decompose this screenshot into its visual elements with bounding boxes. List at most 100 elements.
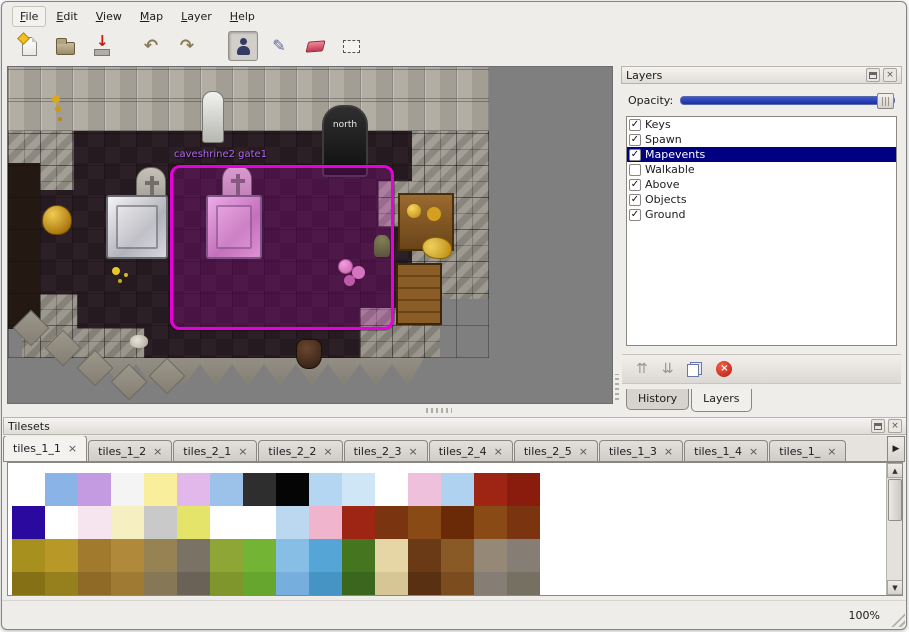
scroll-down-button[interactable]: ▼ [887, 580, 903, 595]
tileset-tab-tiles_2_1[interactable]: tiles_2_1× [173, 440, 257, 461]
palette-tile[interactable] [144, 572, 177, 596]
palette-tile[interactable] [276, 572, 309, 596]
palette-tile[interactable] [408, 506, 441, 539]
tileset-tab-tiles_2_4[interactable]: tiles_2_4× [429, 440, 513, 461]
map-selection-rect[interactable] [170, 165, 394, 330]
palette-tile[interactable] [309, 473, 342, 506]
palette-tile[interactable] [342, 572, 375, 596]
eraser-tool-button[interactable] [300, 31, 330, 61]
palette-tile[interactable] [210, 506, 243, 539]
palette-tile[interactable] [78, 506, 111, 539]
palette-tile[interactable] [45, 506, 78, 539]
tab-scroll-right-button[interactable]: ▶ [887, 436, 905, 462]
palette-tile[interactable] [441, 506, 474, 539]
menu-view[interactable]: View [88, 6, 130, 27]
scrollbar-thumb[interactable] [888, 479, 902, 521]
palette-tile[interactable] [507, 572, 540, 596]
palette-tile[interactable] [111, 473, 144, 506]
layer-row-ground[interactable]: ✓Ground [627, 207, 896, 222]
tab-close-icon[interactable]: × [827, 446, 836, 457]
layer-visibility-checkbox[interactable]: ✓ [629, 119, 641, 131]
palette-tile[interactable] [243, 473, 276, 506]
tileset-tab-tiles_2_3[interactable]: tiles_2_3× [344, 440, 428, 461]
palette-tile[interactable] [441, 572, 474, 596]
palette-tile[interactable] [144, 506, 177, 539]
save-button[interactable]: ↓ [86, 31, 116, 61]
palette-tile[interactable] [474, 506, 507, 539]
undo-button[interactable]: ↶ [136, 31, 166, 61]
palette-tile[interactable] [210, 473, 243, 506]
palette-tile[interactable] [474, 572, 507, 596]
scroll-up-button[interactable]: ▲ [887, 463, 903, 478]
palette-tile[interactable] [507, 539, 540, 572]
palette-tile[interactable] [342, 473, 375, 506]
palette-tile[interactable] [78, 473, 111, 506]
open-button[interactable] [50, 31, 80, 61]
layer-row-spawn[interactable]: ✓Spawn [627, 132, 896, 147]
opacity-slider[interactable] [680, 96, 895, 105]
palette-tile[interactable] [441, 473, 474, 506]
close-button[interactable]: × [883, 68, 897, 82]
palette-tile[interactable] [276, 473, 309, 506]
tileset-tab-tiles_1_2[interactable]: tiles_1_2× [88, 440, 172, 461]
draw-tool-button[interactable]: ✎ [264, 31, 294, 61]
menu-layer[interactable]: Layer [173, 6, 220, 27]
map-canvas[interactable]: north caveshrine2 gate1 [7, 66, 613, 404]
palette-tile[interactable] [78, 572, 111, 596]
palette-tile[interactable] [342, 539, 375, 572]
layer-visibility-checkbox[interactable]: ✓ [629, 179, 641, 191]
delete-layer-button[interactable]: × [716, 361, 732, 377]
tileset-scrollbar[interactable]: ▲ ▼ [886, 463, 902, 595]
move-layer-up-button[interactable]: ⇈ [636, 362, 648, 376]
tab-history[interactable]: History [626, 389, 689, 410]
palette-tile[interactable] [177, 506, 210, 539]
palette-tile[interactable] [45, 473, 78, 506]
float-button[interactable] [866, 68, 880, 82]
palette-tile[interactable] [12, 473, 45, 506]
palette-tile[interactable] [12, 572, 45, 596]
duplicate-layer-button[interactable] [687, 362, 702, 377]
mapevent-tool-button[interactable] [228, 31, 258, 61]
layer-row-walkable[interactable]: Walkable [627, 162, 896, 177]
palette-tile[interactable] [144, 473, 177, 506]
tab-layers[interactable]: Layers [691, 389, 751, 412]
tab-close-icon[interactable]: × [323, 446, 332, 457]
layer-visibility-checkbox[interactable]: ✓ [629, 209, 641, 221]
layer-visibility-checkbox[interactable]: ✓ [629, 194, 641, 206]
palette-tile[interactable] [177, 572, 210, 596]
palette-tile[interactable] [507, 506, 540, 539]
tileset-tab-tiles_2_2[interactable]: tiles_2_2× [258, 440, 342, 461]
palette-tile[interactable] [144, 539, 177, 572]
palette-tile[interactable] [210, 539, 243, 572]
palette-tile[interactable] [408, 473, 441, 506]
palette-tile[interactable] [243, 572, 276, 596]
vertical-splitter[interactable] [613, 66, 621, 404]
palette-tile[interactable] [243, 539, 276, 572]
palette-tile[interactable] [78, 539, 111, 572]
palette-tile[interactable] [111, 506, 144, 539]
menu-map[interactable]: Map [132, 6, 171, 27]
palette-tile[interactable] [12, 539, 45, 572]
palette-tile[interactable] [507, 473, 540, 506]
palette-tile[interactable] [309, 539, 342, 572]
palette-tile[interactable] [12, 506, 45, 539]
close-button[interactable]: × [888, 419, 902, 433]
layer-row-mapevents[interactable]: ✓Mapevents [627, 147, 896, 162]
select-tool-button[interactable] [336, 31, 366, 61]
tab-close-icon[interactable]: × [153, 446, 162, 457]
palette-tile[interactable] [276, 506, 309, 539]
tab-close-icon[interactable]: × [408, 446, 417, 457]
tab-close-icon[interactable]: × [68, 443, 77, 454]
layer-row-above[interactable]: ✓Above [627, 177, 896, 192]
layer-visibility-checkbox[interactable]: ✓ [629, 149, 641, 161]
palette-tile[interactable] [474, 473, 507, 506]
palette-tile[interactable] [276, 539, 309, 572]
tileset-tab-tiles_1_4[interactable]: tiles_1_4× [684, 440, 768, 461]
palette-tile[interactable] [111, 539, 144, 572]
palette-tile[interactable] [45, 539, 78, 572]
tileset-tab-tiles_2_5[interactable]: tiles_2_5× [514, 440, 598, 461]
palette-tile[interactable] [408, 539, 441, 572]
tileset-tab-tiles_1_3[interactable]: tiles_1_3× [599, 440, 683, 461]
palette-tile[interactable] [375, 473, 408, 506]
palette-tile[interactable] [243, 506, 276, 539]
